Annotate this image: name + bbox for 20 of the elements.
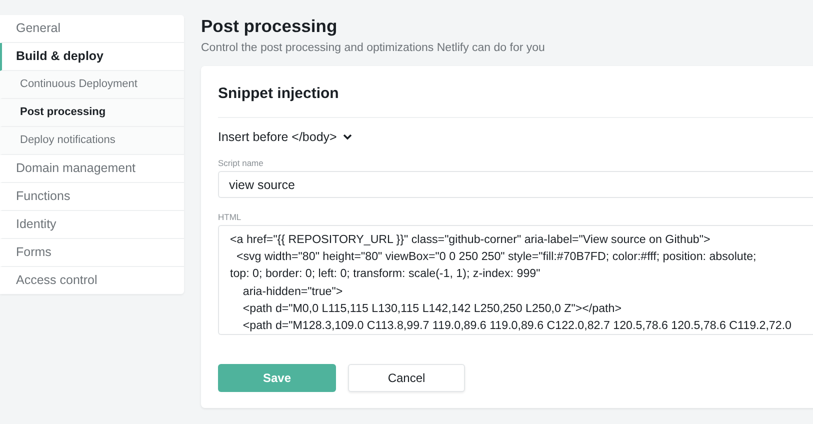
sidebar-item[interactable]: General bbox=[0, 15, 184, 43]
html-textarea[interactable]: <a href="{{ REPOSITORY_URL }}" class="github-corner" aria-label="View source on Github"> <svg width="80" height="80" viewBox="0 0 250 250" style="fill:#70B7FD; color:#fff; position: absolute; top: 0; border: 0; left: 0; transform: scale(-1, 1); z-index: 999" aria-hidden="true"> <path d="M0,0 L115,115 L130,115 L142,142 L250,250 L250,0 Z"></path> <path d="M128.3,109.0 C113.8,99.7 119.0,89.6 119.0,89.6 C122.0,82.7 120.5,78.6 120.5,78.6 C119.2,72.0 bbox=[218, 225, 813, 335]
sidebar-item[interactable]: Functions bbox=[0, 183, 184, 211]
field-label: Script name bbox=[218, 158, 264, 168]
card-title: Snippet injection bbox=[218, 66, 813, 118]
sidebar-subitem[interactable]: Post processing bbox=[0, 99, 184, 127]
page-subtitle: Control the post processing and optimizations Netlify can do for you bbox=[201, 42, 546, 54]
sidebar-item[interactable]: Identity bbox=[0, 211, 184, 239]
sidebar-item[interactable]: Access control bbox=[0, 267, 184, 294]
sidebar-subitem[interactable]: Continuous Deployment bbox=[0, 71, 184, 99]
script-name-field[interactable]: view source bbox=[218, 171, 813, 198]
sidebar-item[interactable]: Forms bbox=[0, 239, 184, 267]
sidebar-subitem[interactable]: Deploy notifications bbox=[0, 127, 184, 155]
page-title: Post processing bbox=[201, 15, 338, 37]
insert-position-dropdown[interactable]: Insert before </body> bbox=[218, 130, 352, 144]
cancel-button[interactable]: Cancel bbox=[348, 364, 465, 392]
chevron-down-icon bbox=[342, 134, 352, 140]
save-button[interactable]: Save bbox=[218, 364, 336, 392]
sidebar-item[interactable]: Domain management bbox=[0, 155, 184, 183]
field-label: HTML bbox=[218, 212, 242, 222]
